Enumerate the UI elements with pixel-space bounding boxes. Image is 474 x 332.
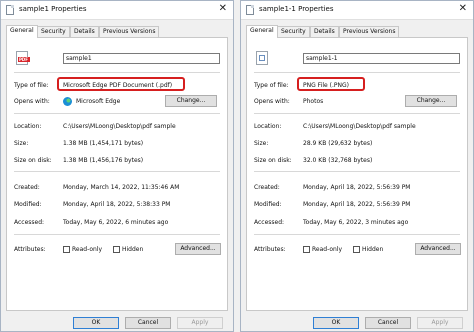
tab-previous-versions[interactable]: Previous Versions xyxy=(99,26,160,37)
size-value: 28.9 KB (29,632 bytes) xyxy=(303,140,373,147)
divider xyxy=(254,234,460,235)
document-icon xyxy=(6,5,14,15)
opens-with-label: Opens with: xyxy=(14,98,50,105)
opens-with-value: Photos xyxy=(303,98,324,105)
divider xyxy=(14,113,220,114)
attributes-label: Attributes: xyxy=(254,246,286,253)
tab-general[interactable]: General xyxy=(6,25,38,38)
read-only-checkbox[interactable] xyxy=(303,246,310,253)
location-label: Location: xyxy=(254,123,282,130)
modified-value: Monday, April 18, 2022, 5:56:39 PM xyxy=(303,201,411,208)
tab-security[interactable]: Security xyxy=(37,26,70,37)
hidden-label: Hidden xyxy=(122,246,144,253)
ok-button[interactable]: OK xyxy=(73,317,119,329)
tab-details[interactable]: Details xyxy=(310,26,339,37)
close-icon[interactable]: ✕ xyxy=(219,3,227,14)
general-panel: sample1 Type of file: Microsoft Edge PDF… xyxy=(6,37,228,311)
tab-details[interactable]: Details xyxy=(70,26,99,37)
window-title: sample1-1 Properties xyxy=(259,5,334,13)
accessed-label: Accessed: xyxy=(254,219,285,226)
properties-dialog-sample1: sample1 Properties ✕ General Security De… xyxy=(0,0,234,332)
hidden-checkbox[interactable] xyxy=(353,246,360,253)
accessed-value: Today, May 6, 2022, 3 minutes ago xyxy=(303,219,409,226)
document-icon xyxy=(246,5,254,15)
divider xyxy=(14,72,220,73)
size-on-disk-label: Size on disk: xyxy=(254,157,292,164)
size-value: 1.38 MB (1,454,171 bytes) xyxy=(63,140,144,147)
apply-button[interactable]: Apply xyxy=(417,317,463,329)
advanced-button[interactable]: Advanced... xyxy=(175,243,221,255)
size-on-disk-label: Size on disk: xyxy=(14,157,52,164)
size-on-disk-value: 1.38 MB (1,456,176 bytes) xyxy=(63,157,144,164)
change-button[interactable]: Change... xyxy=(165,95,217,107)
general-panel: sample1-1 Type of file: PNG File (.PNG) … xyxy=(246,37,468,311)
modified-value: Monday, April 18, 2022, 5:38:33 PM xyxy=(63,201,171,208)
image-file-icon xyxy=(256,51,268,65)
created-value: Monday, April 18, 2022, 5:56:39 PM xyxy=(303,184,411,191)
window-title: sample1 Properties xyxy=(19,5,87,13)
read-only-checkbox[interactable] xyxy=(63,246,70,253)
hidden-label: Hidden xyxy=(362,246,384,253)
attributes-label: Attributes: xyxy=(14,246,46,253)
opens-with-value: Microsoft Edge xyxy=(76,98,121,105)
cancel-button[interactable]: Cancel xyxy=(125,317,171,329)
change-button[interactable]: Change... xyxy=(405,95,457,107)
tab-security[interactable]: Security xyxy=(277,26,310,37)
divider xyxy=(254,113,460,114)
edge-browser-icon xyxy=(63,97,72,106)
pdf-file-icon xyxy=(16,51,30,65)
type-of-file-label: Type of file: xyxy=(254,82,289,89)
cancel-button[interactable]: Cancel xyxy=(365,317,411,329)
divider xyxy=(14,171,220,172)
hidden-checkbox[interactable] xyxy=(113,246,120,253)
file-name-field[interactable]: sample1 xyxy=(63,53,220,64)
type-of-file-value: PNG File (.PNG) xyxy=(303,82,349,89)
read-only-label: Read-only xyxy=(312,246,343,253)
location-label: Location: xyxy=(14,123,42,130)
close-icon[interactable]: ✕ xyxy=(459,3,467,14)
type-of-file-label: Type of file: xyxy=(14,82,49,89)
apply-button[interactable]: Apply xyxy=(177,317,223,329)
location-value: C:\Users\MLoong\Desktop\pdf sample xyxy=(303,123,416,130)
divider xyxy=(254,72,460,73)
advanced-button[interactable]: Advanced... xyxy=(415,243,461,255)
accessed-label: Accessed: xyxy=(14,219,45,226)
opens-with-label: Opens with: xyxy=(254,98,290,105)
title-bar: sample1 Properties ✕ xyxy=(1,1,233,20)
file-name-field[interactable]: sample1-1 xyxy=(303,53,460,64)
size-on-disk-value: 32.0 KB (32,768 bytes) xyxy=(303,157,373,164)
created-label: Created: xyxy=(254,184,280,191)
ok-button[interactable]: OK xyxy=(313,317,359,329)
tab-previous-versions[interactable]: Previous Versions xyxy=(339,26,400,37)
divider xyxy=(254,171,460,172)
properties-dialog-sample1-1: sample1-1 Properties ✕ General Security … xyxy=(240,0,474,332)
location-value: C:\Users\MLoong\Desktop\pdf sample xyxy=(63,123,176,130)
divider xyxy=(14,234,220,235)
title-bar: sample1-1 Properties ✕ xyxy=(241,1,473,20)
tab-general[interactable]: General xyxy=(246,25,278,38)
modified-label: Modified: xyxy=(254,201,282,208)
read-only-label: Read-only xyxy=(72,246,103,253)
size-label: Size: xyxy=(254,140,269,147)
size-label: Size: xyxy=(14,140,29,147)
created-value: Monday, March 14, 2022, 11:35:46 AM xyxy=(63,184,180,191)
created-label: Created: xyxy=(14,184,40,191)
accessed-value: Today, May 6, 2022, 6 minutes ago xyxy=(63,219,169,226)
modified-label: Modified: xyxy=(14,201,42,208)
type-of-file-value: Microsoft Edge PDF Document (.pdf) xyxy=(63,82,173,89)
